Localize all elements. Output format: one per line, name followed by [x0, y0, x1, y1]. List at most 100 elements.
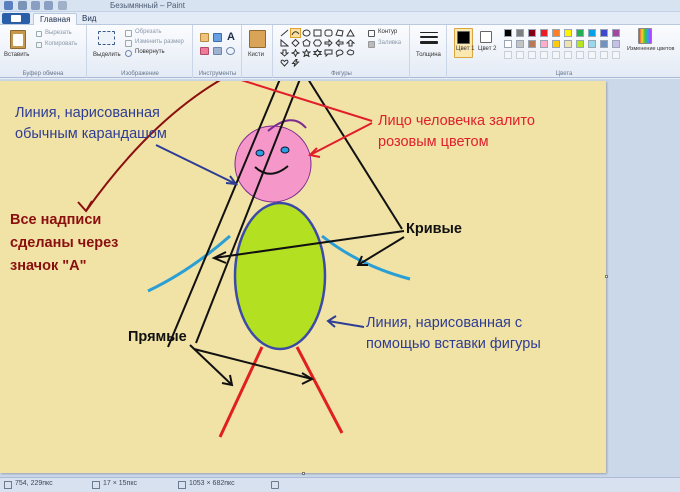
image-size-icon: [178, 481, 186, 489]
pencil-icon[interactable]: [200, 33, 209, 42]
size-icon-line-1: [420, 32, 438, 33]
canvas-resize-handle-bottom[interactable]: [302, 472, 305, 475]
palette-swatch[interactable]: [504, 40, 512, 48]
size-group: Толщина: [411, 25, 447, 78]
body-ellipse: [233, 201, 327, 351]
drawing-canvas[interactable]: Линия, нарисованная обычным карандашом Л…: [0, 81, 606, 473]
fill-icon[interactable]: [213, 33, 222, 42]
shape-diamond-icon[interactable]: [291, 39, 300, 47]
palette-swatch[interactable]: [564, 29, 572, 37]
shape-arrow-right-icon[interactable]: [324, 39, 333, 47]
shape-oval-icon[interactable]: [302, 29, 311, 37]
shape-right-triangle-icon[interactable]: [280, 39, 289, 47]
palette-swatch[interactable]: [564, 40, 572, 48]
shape-arrow-left-icon[interactable]: [335, 39, 344, 47]
annotation-face-fill: Лицо человечка залито розовым цветом: [378, 111, 535, 153]
custom-color-slot[interactable]: [588, 51, 596, 59]
custom-color-slot[interactable]: [600, 51, 608, 59]
palette-swatch[interactable]: [540, 40, 548, 48]
custom-color-slot[interactable]: [612, 51, 620, 59]
palette-swatch[interactable]: [552, 29, 560, 37]
resize-icon: [125, 40, 132, 47]
file-menu-button[interactable]: [2, 13, 30, 24]
text-tool-icon[interactable]: A: [225, 31, 237, 43]
custom-color-slot[interactable]: [504, 51, 512, 59]
shape-rounded-rect-icon[interactable]: [324, 29, 333, 37]
palette-swatch[interactable]: [576, 40, 584, 48]
shape-polygon-icon[interactable]: [335, 29, 344, 37]
shape-triangle-icon[interactable]: [346, 29, 355, 37]
palette-swatch[interactable]: [528, 29, 536, 37]
custom-color-slot[interactable]: [540, 51, 548, 59]
shape-pentagon-icon[interactable]: [302, 39, 311, 47]
window-title: Безымянный – Paint: [110, 1, 185, 10]
face-shape: [234, 125, 312, 203]
custom-color-slot[interactable]: [516, 51, 524, 59]
copy-icon: [36, 42, 42, 48]
app-icon: [4, 1, 13, 10]
custom-color-slot[interactable]: [576, 51, 584, 59]
shape-hexagon-icon[interactable]: [313, 39, 322, 47]
palette-swatch[interactable]: [600, 40, 608, 48]
save-icon[interactable]: [18, 1, 27, 10]
shape-lightning-icon[interactable]: [291, 59, 300, 67]
canvas-resize-handle-right[interactable]: [605, 275, 608, 278]
shape-curve-icon[interactable]: [290, 28, 301, 38]
colors-group-label: Цвета: [555, 71, 573, 77]
rotate-icon: [125, 50, 132, 57]
shape-star-5-icon[interactable]: [302, 49, 311, 57]
image-size: 1053 × 682пкс: [189, 480, 235, 487]
shape-callout-rect-icon[interactable]: [324, 49, 333, 57]
color1-label: Цвет 1: [456, 46, 475, 52]
customize-qa-icon[interactable]: [58, 1, 67, 10]
selection-size-icon: [92, 481, 100, 489]
shape-callout-cloud-icon[interactable]: [346, 49, 355, 57]
palette-swatch[interactable]: [576, 29, 584, 37]
custom-color-slot[interactable]: [528, 51, 536, 59]
magnifier-icon[interactable]: [226, 47, 235, 55]
palette-swatch[interactable]: [588, 40, 596, 48]
palette-swatch[interactable]: [516, 40, 524, 48]
undo-icon[interactable]: [31, 1, 40, 10]
ribbon: Вставить Вырезать Копировать Буфер обмен…: [0, 25, 680, 78]
size-label: Толщина: [416, 52, 441, 58]
color1-swatch: [457, 31, 470, 44]
custom-color-slot[interactable]: [552, 51, 560, 59]
pointer-line-face-fill-top: [241, 81, 373, 122]
outline-icon: [368, 30, 375, 37]
shape-rect-icon[interactable]: [313, 29, 322, 37]
palette-swatch[interactable]: [540, 29, 548, 37]
image-group: Выделить Обрезать Изменить размер Поверн…: [88, 25, 193, 78]
workspace: Линия, нарисованная обычным карандашом Л…: [0, 79, 680, 477]
color2-swatch: [480, 31, 492, 43]
shape-line-icon[interactable]: [280, 29, 289, 37]
palette-swatch[interactable]: [588, 29, 596, 37]
shape-star-4-icon[interactable]: [291, 49, 300, 57]
edit-colors-icon: [638, 28, 652, 44]
shape-heart-icon[interactable]: [280, 59, 289, 67]
tab-view[interactable]: Вид: [76, 13, 102, 25]
shape-callout-oval-icon[interactable]: [335, 49, 344, 57]
copy-label: Копировать: [45, 41, 78, 47]
shape-arrow-down-icon[interactable]: [280, 49, 289, 57]
tab-home[interactable]: Главная: [33, 13, 78, 25]
pointer-line-curves: [308, 81, 403, 230]
palette-swatch[interactable]: [552, 40, 560, 48]
redo-icon[interactable]: [44, 1, 53, 10]
palette-swatch[interactable]: [516, 29, 524, 37]
color-picker-icon[interactable]: [213, 47, 222, 55]
arrow-straight-1: [189, 344, 233, 386]
shape-star-6-icon[interactable]: [313, 49, 322, 57]
left-eye: [255, 149, 265, 157]
custom-color-slot[interactable]: [564, 51, 572, 59]
palette-swatch[interactable]: [612, 29, 620, 37]
annotation-straight: Прямые: [128, 329, 187, 345]
palette-swatch[interactable]: [612, 40, 620, 48]
palette-swatch[interactable]: [600, 29, 608, 37]
eraser-icon[interactable]: [200, 47, 209, 55]
palette-swatch[interactable]: [528, 40, 536, 48]
palette-swatch[interactable]: [504, 29, 512, 37]
shape-arrow-up-icon[interactable]: [346, 39, 355, 47]
shapes-group: Контур Заливка Фигуры: [274, 25, 410, 78]
rotate-label: Повернуть: [135, 49, 165, 55]
